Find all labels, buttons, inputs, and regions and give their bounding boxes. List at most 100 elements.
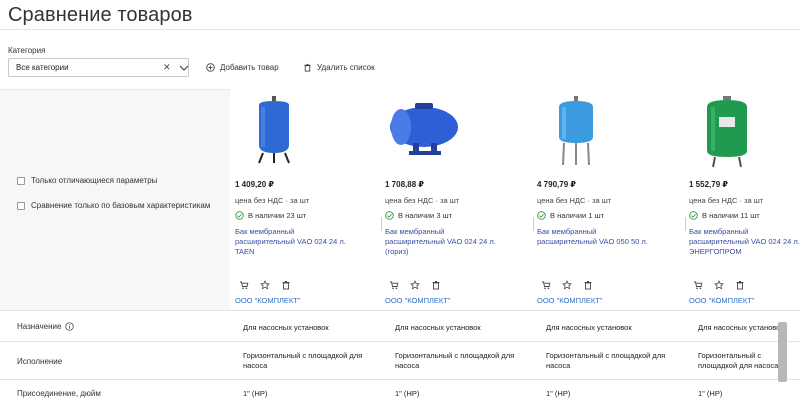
- spec-value: Для насосных установок: [395, 323, 481, 332]
- product-actions: [389, 277, 441, 290]
- stock-label: В наличии 23 шт: [248, 211, 307, 220]
- spec-label: Назначение: [17, 322, 75, 331]
- delete-list-label: Удалить список: [317, 62, 375, 72]
- trash-icon: [304, 63, 311, 72]
- spec-value: Для насосных установок: [243, 323, 329, 332]
- product-name-link[interactable]: Бак мембранный расширительный VAO 024 24…: [235, 227, 347, 257]
- spec-value: 1" (НР): [698, 389, 723, 398]
- checkbox-box[interactable]: [17, 201, 25, 210]
- product-actions: [693, 277, 745, 290]
- add-product-label: Добавить товар: [220, 62, 279, 72]
- column-divider: [381, 217, 382, 231]
- spec-value: Для насосных установок: [698, 323, 780, 332]
- cart-icon[interactable]: [239, 277, 249, 290]
- check-circle-icon: [235, 211, 244, 220]
- tank-image-icon: [559, 96, 593, 166]
- seller-link[interactable]: ООО "КОМПЛЕКТ": [385, 296, 451, 305]
- spec-value: Горизонтальный с площадкой для насоса: [698, 351, 779, 370]
- product-actions: [239, 277, 291, 290]
- only-base-checkbox[interactable]: Сравнение только по базовым характеристи…: [17, 201, 210, 210]
- trash-icon[interactable]: [281, 277, 291, 290]
- product-price: 1 409,20 ₽: [235, 180, 274, 189]
- product-price: 4 790,79 ₽: [537, 180, 576, 189]
- clear-icon[interactable]: ✕: [163, 62, 171, 73]
- category-select[interactable]: Все категории ✕: [8, 58, 189, 77]
- add-product-button[interactable]: Добавить товар: [206, 60, 279, 74]
- column-divider: [533, 217, 534, 231]
- trash-icon[interactable]: [583, 277, 593, 290]
- product-card: 4 790,79 ₽ цена без НДС · за шт В наличи…: [533, 89, 687, 310]
- tank-image-icon: [258, 96, 290, 164]
- stock-label: В наличии 11 шт: [702, 211, 760, 220]
- price-note: цена без НДС · за шт: [235, 196, 310, 205]
- price-note: цена без НДС · за шт: [385, 196, 460, 205]
- product-price: 1 552,79 ₽: [689, 180, 728, 189]
- title-divider: [0, 29, 800, 30]
- spec-value: Горизонтальный с площадкой для насоса: [546, 351, 666, 370]
- stock-status: В наличии 3 шт: [385, 211, 452, 220]
- vertical-scrollbar[interactable]: [778, 322, 787, 382]
- trash-icon[interactable]: [735, 277, 745, 290]
- stock-status: В наличии 23 шт: [235, 211, 306, 220]
- check-circle-icon: [385, 211, 394, 220]
- only-diff-checkbox[interactable]: Только отличающиеся параметры: [17, 176, 157, 185]
- delete-list-button[interactable]: Удалить список: [303, 60, 375, 74]
- page-title: Сравнение товаров: [8, 4, 193, 26]
- spec-value: 1" (НР): [546, 389, 571, 398]
- product-image[interactable]: [689, 93, 767, 171]
- spec-row-design: Исполнение Горизонтальный с площадкой дл…: [0, 341, 800, 379]
- product-card: 1 708,88 ₽ цена без НДС · за шт В наличи…: [381, 89, 535, 310]
- check-circle-icon: [537, 211, 546, 220]
- check-circle-icon: [689, 211, 698, 220]
- seller-link[interactable]: ООО "КОМПЛЕКТ": [537, 296, 603, 305]
- star-icon[interactable]: [714, 277, 724, 290]
- category-label: Категория: [8, 46, 46, 55]
- spec-row-connection: Присоединение, дюйм 1" (НР) 1" (НР) 1" (…: [0, 379, 800, 406]
- stock-label: В наличии 3 шт: [398, 211, 453, 220]
- price-note: цена без НДС · за шт: [537, 196, 612, 205]
- only-base-label: Сравнение только по базовым характеристи…: [31, 201, 211, 210]
- star-icon[interactable]: [260, 277, 270, 290]
- only-diff-label: Только отличающиеся параметры: [31, 176, 158, 185]
- product-name-link[interactable]: Бак мембранный расширительный VAO 050 50…: [537, 227, 649, 247]
- product-card: 1 409,20 ₽ цена без НДС · за шт В наличи…: [235, 89, 385, 310]
- product-image[interactable]: [385, 93, 463, 171]
- spec-value: Для насосных установок: [546, 323, 632, 332]
- product-image[interactable]: [537, 93, 615, 171]
- compare-options-panel: Только отличающиеся параметры Сравнение …: [0, 89, 230, 310]
- tank-image-icon: [390, 103, 458, 155]
- cart-icon[interactable]: [389, 277, 399, 290]
- column-divider: [685, 217, 686, 231]
- product-name-link[interactable]: Бак мембранный расширительный VAO 024 24…: [385, 227, 497, 257]
- spec-label-text: Назначение: [17, 322, 62, 331]
- stock-status: В наличии 11 шт: [689, 211, 760, 220]
- category-select-value: Все категории: [16, 63, 69, 72]
- cart-icon[interactable]: [541, 277, 551, 290]
- stock-status: В наличии 1 шт: [537, 211, 604, 220]
- spec-value: Горизонтальный с площадкой для насоса: [243, 351, 363, 370]
- info-icon[interactable]: [65, 322, 75, 331]
- spec-label: Присоединение, дюйм: [17, 389, 101, 398]
- spec-label: Исполнение: [17, 357, 63, 366]
- checkbox-box[interactable]: [17, 176, 25, 185]
- seller-link[interactable]: ООО "КОМПЛЕКТ": [689, 296, 755, 305]
- price-note: цена без НДС · за шт: [689, 196, 764, 205]
- spec-value: 1" (НР): [243, 389, 268, 398]
- star-icon[interactable]: [410, 277, 420, 290]
- compare-area: Только отличающиеся параметры Сравнение …: [0, 89, 800, 406]
- product-actions: [541, 277, 593, 290]
- spec-row-purpose: Назначение Для насосных установок Для на…: [0, 310, 800, 341]
- stock-label: В наличии 1 шт: [550, 211, 605, 220]
- cart-icon[interactable]: [693, 277, 703, 290]
- trash-icon[interactable]: [431, 277, 441, 290]
- product-name-link[interactable]: Бак мембранный расширительный VAO 024 24…: [689, 227, 800, 257]
- plus-circle-icon: [206, 62, 215, 72]
- star-icon[interactable]: [562, 277, 572, 290]
- spec-value: 1" (НР): [395, 389, 420, 398]
- seller-link[interactable]: ООО "КОМПЛЕКТ": [235, 296, 301, 305]
- tank-image-icon: [707, 96, 747, 168]
- chevron-down-icon[interactable]: [179, 64, 189, 72]
- spec-value: Горизонтальный с площадкой для насоса: [395, 351, 515, 370]
- product-image[interactable]: [235, 93, 313, 171]
- product-price: 1 708,88 ₽: [385, 180, 424, 189]
